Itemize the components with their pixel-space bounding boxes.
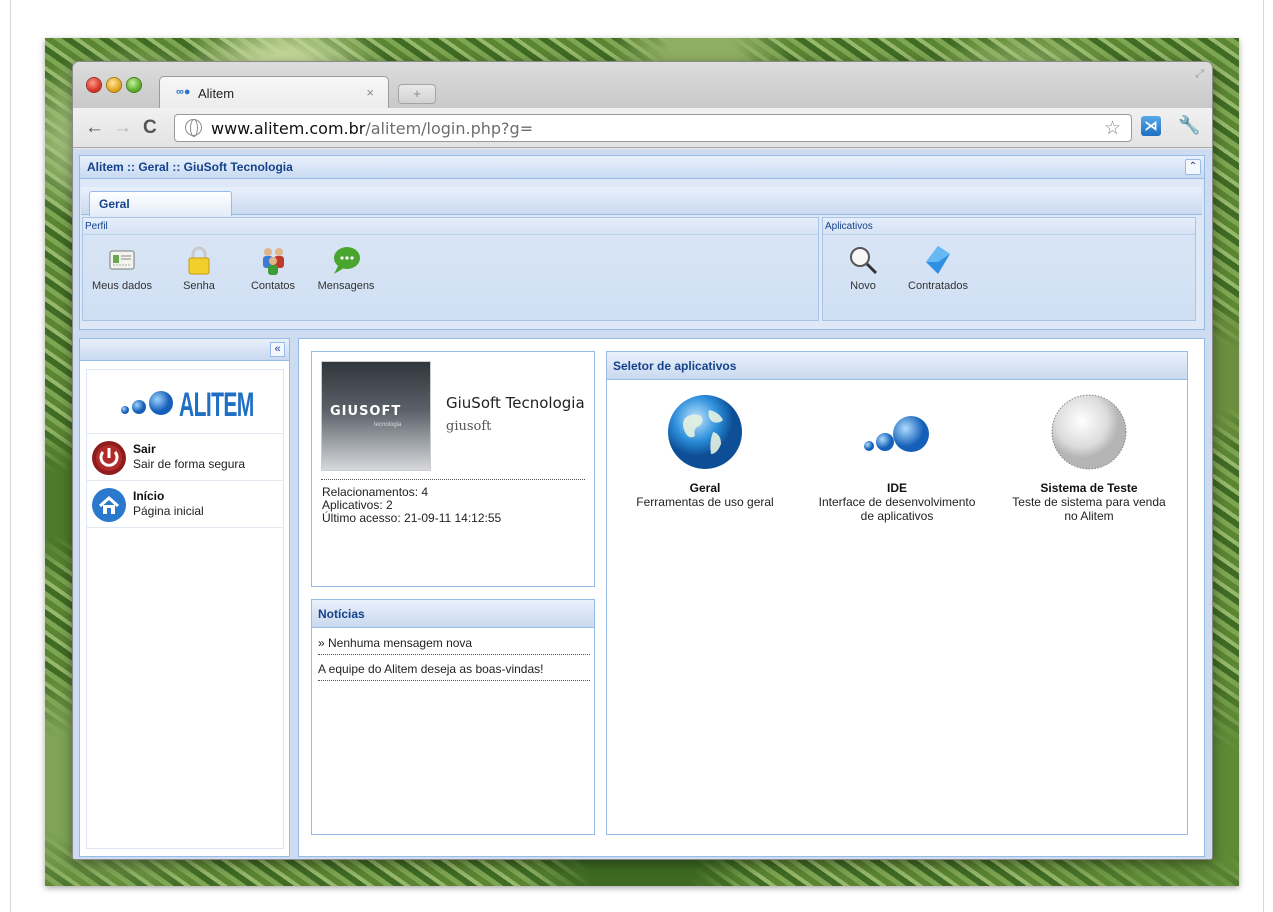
globe-icon [668, 395, 742, 469]
sidebar-item-inicio[interactable]: Início Página inicial [87, 482, 283, 528]
tab-close-icon[interactable]: × [366, 85, 374, 100]
minimize-window-button[interactable] [107, 78, 121, 92]
app-card-sistema-de-teste[interactable]: Sistema de Teste Teste de sistema para v… [995, 392, 1183, 523]
brand-logo: ALITEM [87, 370, 283, 434]
power-icon [91, 440, 127, 476]
globe-icon [185, 119, 202, 137]
page-content: Alitem :: Geral :: GiuSoft Tecnologia ⌃ … [73, 149, 1212, 859]
collapse-up-button[interactable]: ⌃ [1185, 159, 1201, 175]
app-card-ide[interactable]: IDE Interface de desenvolvimento de apli… [803, 392, 991, 523]
meus-dados-button[interactable]: Meus dados [87, 244, 157, 292]
divider [321, 479, 585, 480]
close-window-button[interactable] [87, 78, 101, 92]
magnifier-icon [847, 244, 879, 276]
reload-button[interactable]: C [143, 117, 157, 139]
news-panel: Notícias » Nenhuma mensagem nova A equip… [311, 599, 595, 835]
extension-icon[interactable]: ⋊ [1141, 116, 1161, 136]
group-aplicativos: Aplicativos Novo Contratados [822, 217, 1196, 321]
sidebar-panel: « ALITEM Sair Sair de forma segura Iníci… [79, 338, 290, 857]
group-perfil: Perfil Meus dados Senha Contatos Mensage… [82, 217, 819, 321]
ribbon: Geral Perfil Meus dados Senha Contatos M… [79, 179, 1205, 330]
blue-cube-icon [922, 244, 954, 276]
browser-toolbar: ← → C www.alitem.com.br/alitem/login.php… [73, 108, 1212, 148]
group-label-aplicativos: Aplicativos [825, 221, 873, 232]
company-logo: GIUSOFT tecnologia [321, 361, 431, 471]
app-title: Alitem :: Geral :: GiuSoft Tecnologia [87, 160, 293, 174]
collapse-left-button[interactable]: « [270, 342, 285, 357]
stat-relacionamentos: Relacionamentos: 4 [322, 485, 429, 499]
chat-bubble-icon [330, 244, 362, 276]
mensagens-button[interactable]: Mensagens [311, 244, 381, 292]
news-header: Notícias [312, 600, 594, 628]
forward-button[interactable]: → [113, 117, 132, 139]
stat-ultimo-acesso: Último acesso: 21-09-11 14:12:55 [322, 511, 502, 525]
tab-title: Alitem [198, 86, 235, 101]
app-card-geral[interactable]: Geral Ferramentas de uso geral [611, 392, 799, 509]
contatos-button[interactable]: Contatos [243, 244, 303, 292]
tab-strip: ∞● Alitem × + ⤢ [73, 62, 1212, 108]
home-icon [91, 487, 127, 523]
favicon-icon: ∞● [176, 86, 191, 98]
alitem-dots-icon [121, 391, 173, 415]
app-title-bar: Alitem :: Geral :: GiuSoft Tecnologia ⌃ [79, 155, 1205, 179]
brand-text: ALITEM [179, 386, 254, 424]
id-card-icon [106, 244, 138, 276]
senha-button[interactable]: Senha [173, 244, 225, 292]
bookmark-star-icon[interactable]: ☆ [1104, 117, 1121, 140]
sidebar-body: ALITEM Sair Sair de forma segura Início … [86, 369, 284, 849]
profile-username: giusoft [446, 419, 492, 434]
profile-card: GIUSOFT tecnologia GiuSoft Tecnologia gi… [311, 351, 595, 587]
gray-sphere-icon [1051, 394, 1127, 470]
zoom-window-button[interactable] [127, 78, 141, 92]
browser-tab[interactable]: ∞● Alitem × [159, 76, 389, 108]
stat-aplicativos: Aplicativos: 2 [322, 498, 393, 512]
news-item: A equipe do Alitem deseja as boas-vindas… [318, 662, 590, 681]
tab-geral[interactable]: Geral [89, 191, 232, 216]
browser-window: ∞● Alitem × + ⤢ ← → C www.alitem.com.br/… [73, 62, 1212, 859]
novo-button[interactable]: Novo [841, 244, 885, 292]
sidebar-item-sair[interactable]: Sair Sair de forma segura [87, 435, 283, 481]
app-selector-header: Seletor de aplicativos [607, 352, 1187, 380]
url-text: www.alitem.com.br/alitem/login.php?g= [211, 119, 534, 138]
news-item: » Nenhuma mensagem nova [318, 636, 590, 655]
app-selector-panel: Seletor de aplicativos Geral Ferramentas… [606, 351, 1188, 835]
padlock-icon [183, 244, 215, 276]
fullscreen-icon[interactable]: ⤢ [1195, 68, 1204, 81]
contratados-button[interactable]: Contratados [899, 244, 977, 292]
users-icon [257, 244, 289, 276]
profile-name: GiuSoft Tecnologia [446, 394, 585, 412]
back-button[interactable]: ← [85, 117, 104, 139]
main-panel: GIUSOFT tecnologia GiuSoft Tecnologia gi… [298, 338, 1205, 857]
ide-dots-icon [864, 416, 929, 452]
address-bar[interactable]: www.alitem.com.br/alitem/login.php?g= ☆ [174, 114, 1132, 142]
wrench-icon[interactable]: 🔧 [1178, 115, 1200, 136]
sidebar-header: « [80, 339, 289, 361]
group-label-perfil: Perfil [85, 221, 108, 232]
ribbon-tab-bar: Geral [81, 187, 1202, 216]
new-tab-button[interactable]: + [398, 84, 436, 104]
